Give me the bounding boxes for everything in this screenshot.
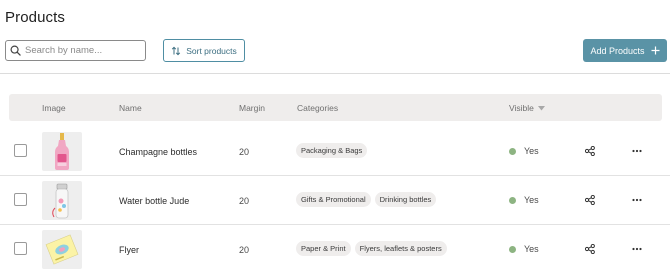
- product-categories: Gifts & Promotional Drinking bottles: [296, 192, 437, 207]
- plus-icon: [651, 46, 660, 55]
- visible-label: Yes: [524, 146, 539, 156]
- product-margin: 20: [239, 245, 250, 255]
- more-icon[interactable]: [632, 146, 642, 156]
- product-name[interactable]: Flyer: [119, 245, 139, 255]
- header-visible[interactable]: Visible: [509, 103, 545, 113]
- sort-products-label: Sort products: [186, 45, 237, 56]
- category-chip: Packaging & Bags: [296, 143, 368, 158]
- row-checkbox[interactable]: [14, 242, 27, 255]
- visibility-status: Yes: [509, 195, 539, 205]
- champagne-bottle-image: [42, 132, 82, 171]
- share-icon[interactable]: [585, 146, 595, 156]
- water-bottle-image: [42, 181, 82, 220]
- table-row[interactable]: Water bottle Jude 20 Gifts & Promotional…: [0, 176, 670, 225]
- add-products-button[interactable]: Add Products: [583, 39, 667, 62]
- visible-dot: [509, 245, 516, 253]
- sort-icon: [172, 46, 181, 55]
- category-chip: Paper & Print: [296, 241, 351, 256]
- table-row[interactable]: Flyer 20 Paper & Print Flyers, leaflets …: [0, 225, 670, 274]
- row-checkbox[interactable]: [14, 144, 27, 157]
- more-icon[interactable]: [632, 195, 642, 205]
- visibility-status: Yes: [509, 146, 539, 156]
- header-visible-label: Visible: [509, 103, 534, 113]
- visible-dot: [509, 196, 516, 204]
- product-margin: 20: [239, 196, 250, 206]
- header-categories[interactable]: Categories: [297, 103, 338, 113]
- toolbar-divider: [0, 73, 670, 74]
- page-title: Products: [5, 9, 65, 26]
- sort-products-button[interactable]: Sort products: [163, 39, 245, 62]
- product-name[interactable]: Water bottle Jude: [119, 196, 189, 206]
- flyer-image: [42, 230, 82, 269]
- product-categories: Packaging & Bags: [296, 143, 368, 158]
- product-name[interactable]: Champagne bottles: [119, 147, 197, 157]
- header-image: Image: [42, 103, 66, 113]
- category-chip: Gifts & Promotional: [296, 192, 371, 207]
- share-icon[interactable]: [585, 195, 595, 205]
- add-products-label: Add Products: [590, 45, 645, 56]
- product-categories: Paper & Print Flyers, leaflets & posters: [296, 241, 447, 256]
- visibility-status: Yes: [509, 244, 539, 254]
- share-icon[interactable]: [585, 244, 595, 254]
- table-header: Image Name Margin Categories Visible: [9, 94, 662, 121]
- row-checkbox[interactable]: [14, 193, 27, 206]
- product-margin: 20: [239, 147, 250, 157]
- search-input[interactable]: [25, 45, 135, 56]
- header-margin[interactable]: Margin: [239, 103, 265, 113]
- table-row[interactable]: Champagne bottles 20 Packaging & Bags Ye…: [0, 127, 670, 176]
- search-box[interactable]: [5, 40, 146, 61]
- category-chip: Flyers, leaflets & posters: [354, 241, 447, 256]
- caret-down-icon[interactable]: [537, 105, 545, 111]
- visible-dot: [509, 147, 516, 155]
- visible-label: Yes: [524, 195, 539, 205]
- more-icon[interactable]: [632, 244, 642, 254]
- search-icon: [10, 45, 21, 56]
- header-name[interactable]: Name: [119, 103, 142, 113]
- visible-label: Yes: [524, 244, 539, 254]
- category-chip: Drinking bottles: [374, 192, 437, 207]
